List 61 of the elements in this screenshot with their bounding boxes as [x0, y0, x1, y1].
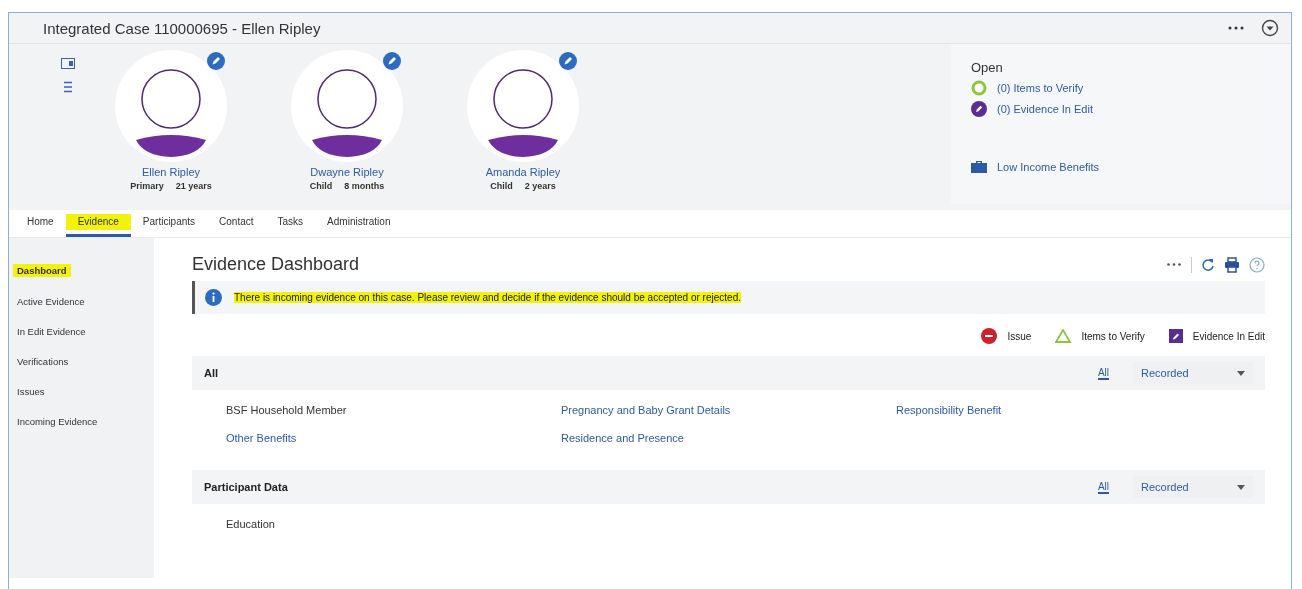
refresh-icon[interactable] [1201, 256, 1215, 273]
tab[interactable]: Administration [315, 210, 403, 237]
edit-icon[interactable] [207, 52, 225, 70]
tab[interactable]: Contact [207, 210, 266, 237]
sidebar-item[interactable]: Active Evidence [9, 296, 93, 307]
open-title: Open [971, 60, 1004, 75]
edit-icon[interactable] [383, 52, 401, 70]
ring-icon [971, 80, 987, 96]
section-title: All [204, 367, 220, 379]
open-link[interactable]: (0) Evidence In Edit [997, 103, 1093, 115]
participant-age: 2 years [524, 181, 556, 191]
program-link[interactable]: Low Income Benefits [997, 160, 1100, 173]
tab[interactable]: Home [15, 210, 66, 237]
print-icon[interactable] [1224, 256, 1240, 273]
tab[interactable]: Tasks [265, 210, 316, 237]
page-title: Evidence Dashboard [192, 254, 360, 275]
edit-icon[interactable] [559, 52, 577, 70]
more-icon[interactable] [1227, 25, 1245, 31]
filter-dropdown[interactable]: Recorded [1133, 476, 1253, 498]
filter-link[interactable]: All [1097, 366, 1109, 380]
more-icon[interactable] [1166, 262, 1182, 267]
participant-name[interactable]: Amanda Ripley [485, 166, 561, 178]
participant-age: 8 months [344, 181, 385, 191]
evidence-link[interactable]: Residence and Presence [561, 432, 896, 444]
participant-name[interactable]: Dwayne Ripley [310, 166, 384, 178]
dropdown-circle-icon[interactable] [1261, 19, 1279, 37]
caret-icon [1237, 484, 1245, 490]
warning-triangle-icon [1055, 329, 1072, 343]
evidence-link[interactable]: Other Benefits [226, 432, 561, 444]
filter-link[interactable]: All [1097, 480, 1109, 494]
participant-name[interactable]: Ellen Ripley [141, 166, 201, 178]
info-icon [205, 289, 222, 306]
sidebar-item[interactable]: In Edit Evidence [9, 326, 94, 337]
participant-role: Child [309, 181, 333, 191]
open-link[interactable]: (0) Items to Verify [997, 82, 1084, 94]
evidence-link[interactable]: Responsibility Benefit [896, 404, 1231, 416]
caret-icon [1237, 370, 1245, 376]
participant-role: Primary [130, 181, 164, 191]
filter-dropdown[interactable]: Recorded [1133, 362, 1253, 384]
tab[interactable]: Participants [130, 210, 208, 237]
participant-age: 21 years [175, 181, 212, 191]
pencil-icon [971, 101, 987, 117]
pencil-square-icon [1168, 329, 1183, 343]
evidence-link[interactable]: Pregnancy and Baby Grant Details [561, 404, 896, 416]
issue-icon [981, 328, 998, 344]
participant-role: Child [490, 181, 513, 191]
evidence-type: Education [226, 518, 276, 530]
sidebar-item[interactable]: Verifications [9, 356, 77, 367]
window-title: Integrated Case 110000695 - Ellen Ripley [43, 19, 321, 37]
sidebar-item[interactable]: Issues [9, 386, 53, 397]
list-view-icon[interactable] [63, 81, 73, 93]
message-text: There is incoming evidence on this case. Please review and decide if the evidence should be accepted or rejected. [234, 292, 741, 303]
legend-label: Items to Verify [1081, 330, 1145, 342]
section-title: Participant Data [204, 481, 289, 493]
legend-label: Evidence In Edit [1192, 330, 1265, 342]
evidence-type: BSF Household Member [226, 404, 348, 416]
briefcase-icon [971, 160, 987, 173]
legend-label: Issue [1007, 330, 1032, 342]
sidebar-item[interactable]: Dashboard [13, 264, 71, 277]
sidebar-item[interactable]: Incoming Evidence [9, 416, 106, 427]
card-view-icon[interactable] [61, 58, 75, 69]
